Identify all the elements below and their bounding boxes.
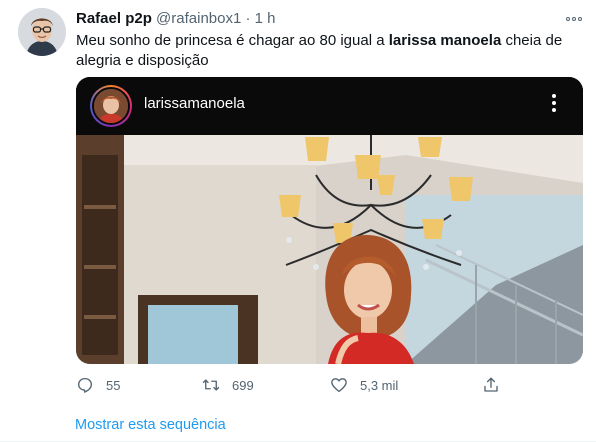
more-vertical-icon[interactable] [542,91,566,121]
tweet-actions: 55 699 5,3 mil [76,374,516,396]
share-icon [484,377,498,392]
author-avatar[interactable] [18,8,66,56]
more-dot [572,17,576,21]
retweet-count: 699 [232,377,254,393]
tweet-timestamp[interactable]: 1 h [255,10,276,27]
tweet-header: Rafael p2p @rafainbox1 · 1 h [76,9,276,29]
tweet-text: Meu sonho de princesa é chagar ao 80 igu… [76,31,576,71]
more-dot [578,17,582,21]
embedded-media[interactable]: larissamanoela [76,77,583,364]
reply-icon [77,377,93,393]
instagram-username[interactable]: larissamanoela [144,95,245,112]
header-separator: · [245,10,251,27]
retweet-icon [202,379,220,391]
reply-count: 55 [106,377,121,393]
share-button[interactable] [482,374,512,396]
instagram-post-header: larissamanoela [76,77,583,135]
reply-button[interactable]: 55 [76,374,120,396]
instagram-avatar[interactable] [90,85,132,127]
like-button[interactable]: 5,3 mil [330,374,398,396]
show-thread-link[interactable]: Mostrar esta sequência [75,417,226,433]
tweet-text-part: Meu sonho de princesa é chagar ao 80 igu… [76,32,389,49]
author-handle[interactable]: @rafainbox1 [156,10,241,27]
author-display-name[interactable]: Rafael p2p [76,10,152,27]
post-photo [76,135,583,364]
like-count: 5,3 mil [360,377,399,393]
retweet-button[interactable]: 699 [202,374,254,396]
heart-icon [331,378,347,393]
mention-highlight: larissa manoela [388,32,502,49]
more-options-button[interactable] [560,10,588,28]
more-horizontal-icon [566,17,570,21]
